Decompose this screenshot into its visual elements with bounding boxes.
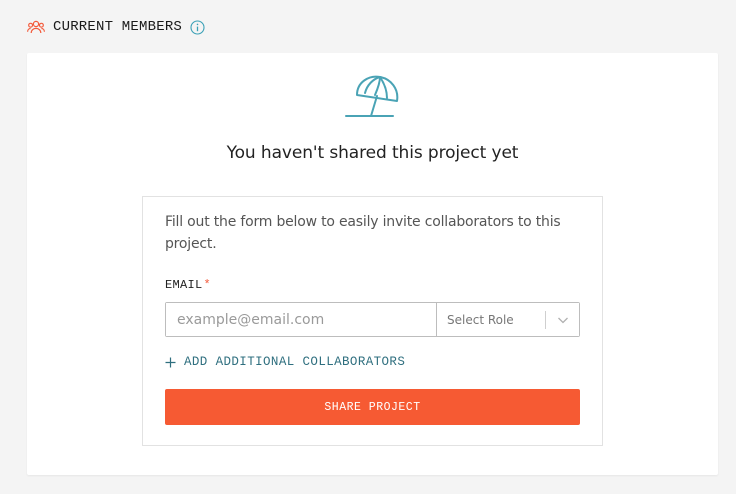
invite-description: Fill out the form below to easily invite… [165, 214, 561, 252]
plus-icon [165, 357, 176, 368]
beach-umbrella-icon [345, 75, 399, 117]
email-input[interactable] [166, 303, 437, 336]
email-label-text: EMAIL [165, 278, 203, 292]
section-header: CURRENT MEMBERS [27, 16, 205, 38]
chevron-down-icon [557, 315, 569, 325]
role-select[interactable]: Select Role [437, 303, 579, 336]
select-divider [545, 311, 546, 329]
role-select-value: Select Role [447, 312, 514, 327]
members-card: You haven't shared this project yet Fill… [27, 53, 718, 475]
email-label: EMAIL* [165, 278, 211, 292]
section-title: CURRENT MEMBERS [53, 19, 183, 35]
empty-state-title: You haven't shared this project yet [226, 143, 519, 163]
add-collaborators-link[interactable]: ADD ADDITIONAL COLLABORATORS [165, 355, 405, 369]
invite-form: Fill out the form below to easily invite… [142, 196, 603, 446]
required-marker: * [203, 278, 212, 292]
people-icon [27, 19, 45, 35]
share-project-button[interactable]: SHARE PROJECT [165, 389, 580, 425]
invite-input-row: Select Role [165, 302, 580, 337]
add-collaborators-label: ADD ADDITIONAL COLLABORATORS [184, 355, 406, 369]
info-icon[interactable] [190, 19, 205, 35]
